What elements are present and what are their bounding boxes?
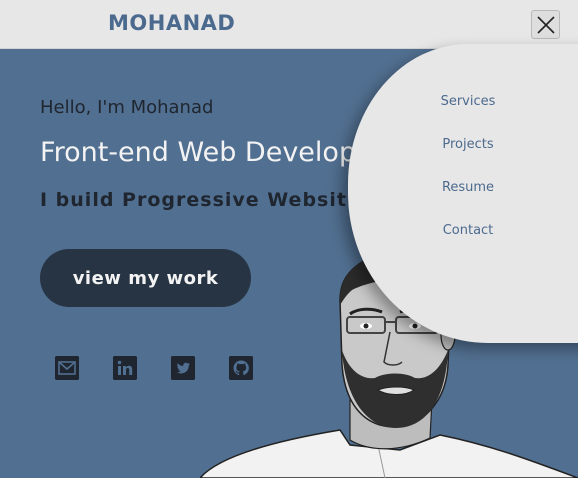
top-navbar: MOHANAD	[0, 0, 578, 49]
hero-tagline: I build Progressive Websites	[40, 189, 374, 211]
email-link[interactable]	[55, 356, 79, 380]
close-menu-button[interactable]	[531, 10, 560, 39]
linkedin-icon	[113, 356, 137, 380]
twitter-icon	[171, 356, 195, 380]
hero-greeting: Hello, I'm Mohanad	[40, 97, 214, 118]
close-icon	[537, 16, 555, 34]
menu-item-contact[interactable]: Contact	[348, 223, 578, 238]
hero-role: Front-end Web Developer	[40, 137, 384, 168]
menu-item-projects[interactable]: Projects	[348, 137, 578, 152]
twitter-link[interactable]	[171, 356, 195, 380]
linkedin-link[interactable]	[113, 356, 137, 380]
menu-item-services[interactable]: Services	[348, 94, 578, 109]
menu-item-resume[interactable]: Resume	[348, 180, 578, 195]
site-logo[interactable]: MOHANAD	[108, 11, 235, 35]
envelope-icon	[55, 356, 79, 380]
